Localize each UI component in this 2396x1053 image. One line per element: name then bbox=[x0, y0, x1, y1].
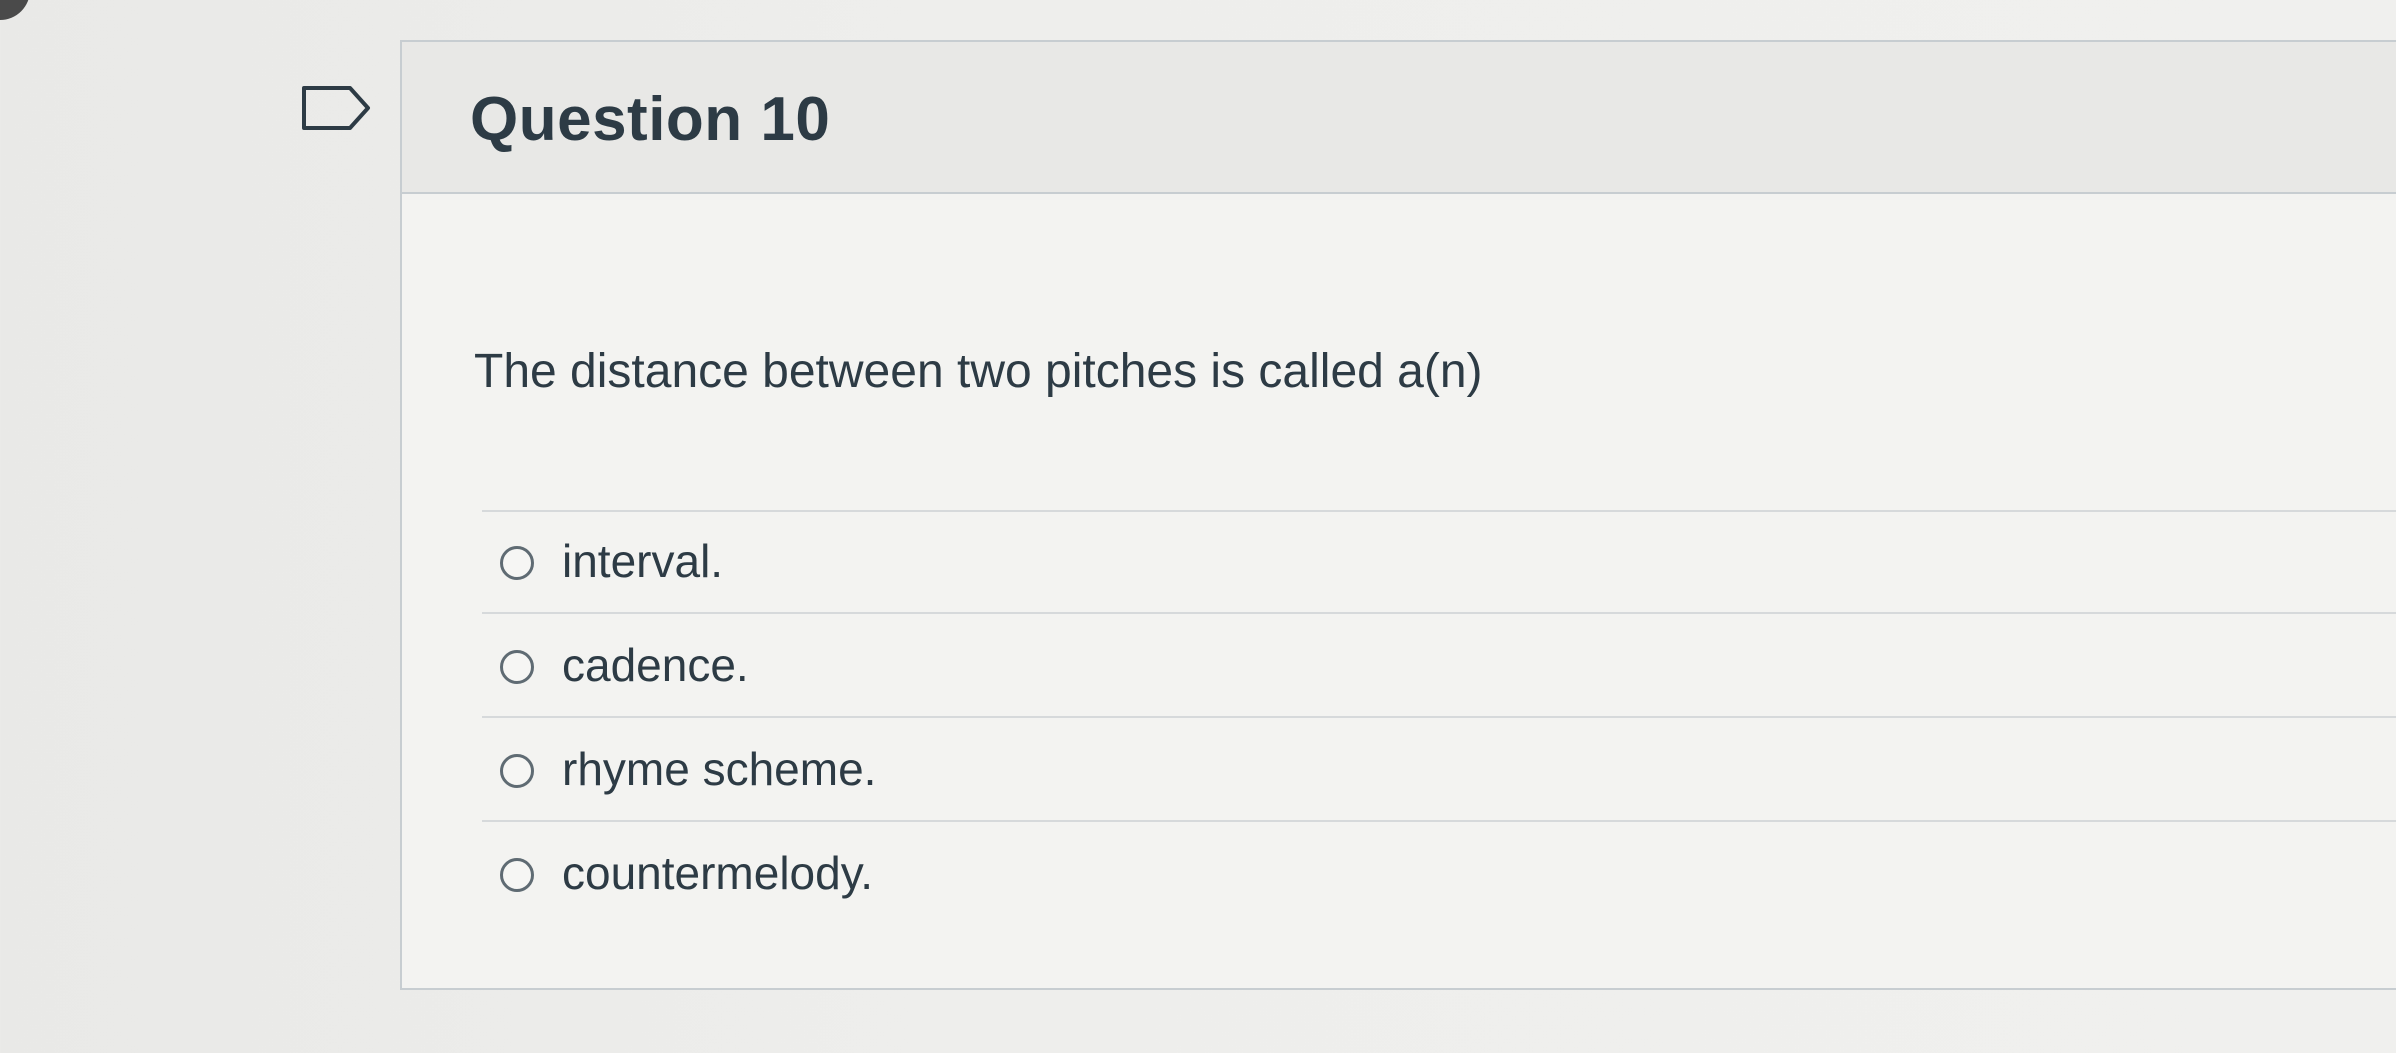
question-header: Question 10 bbox=[402, 42, 2396, 194]
answer-list: interval. cadence. rhyme scheme. counter… bbox=[482, 510, 2396, 926]
radio-icon[interactable] bbox=[500, 858, 534, 892]
page: Question 10 The distance between two pit… bbox=[0, 0, 2396, 1053]
answer-option[interactable]: rhyme scheme. bbox=[482, 718, 2396, 822]
radio-icon[interactable] bbox=[500, 650, 534, 684]
radio-icon[interactable] bbox=[500, 754, 534, 788]
answer-option[interactable]: countermelody. bbox=[482, 822, 2396, 926]
question-text: The distance between two pitches is call… bbox=[474, 345, 1483, 398]
flag-question-icon[interactable] bbox=[300, 84, 372, 132]
answer-label[interactable]: countermelody. bbox=[562, 846, 873, 900]
answer-option[interactable]: cadence. bbox=[482, 614, 2396, 718]
answer-label[interactable]: interval. bbox=[562, 534, 723, 588]
corner-shadow bbox=[0, 0, 30, 20]
radio-icon[interactable] bbox=[500, 546, 534, 580]
answer-label[interactable]: rhyme scheme. bbox=[562, 742, 876, 796]
question-title: Question 10 bbox=[470, 85, 831, 154]
answer-label[interactable]: cadence. bbox=[562, 638, 749, 692]
question-card: Question 10 The distance between two pit… bbox=[400, 40, 2396, 990]
answer-option[interactable]: interval. bbox=[482, 510, 2396, 614]
